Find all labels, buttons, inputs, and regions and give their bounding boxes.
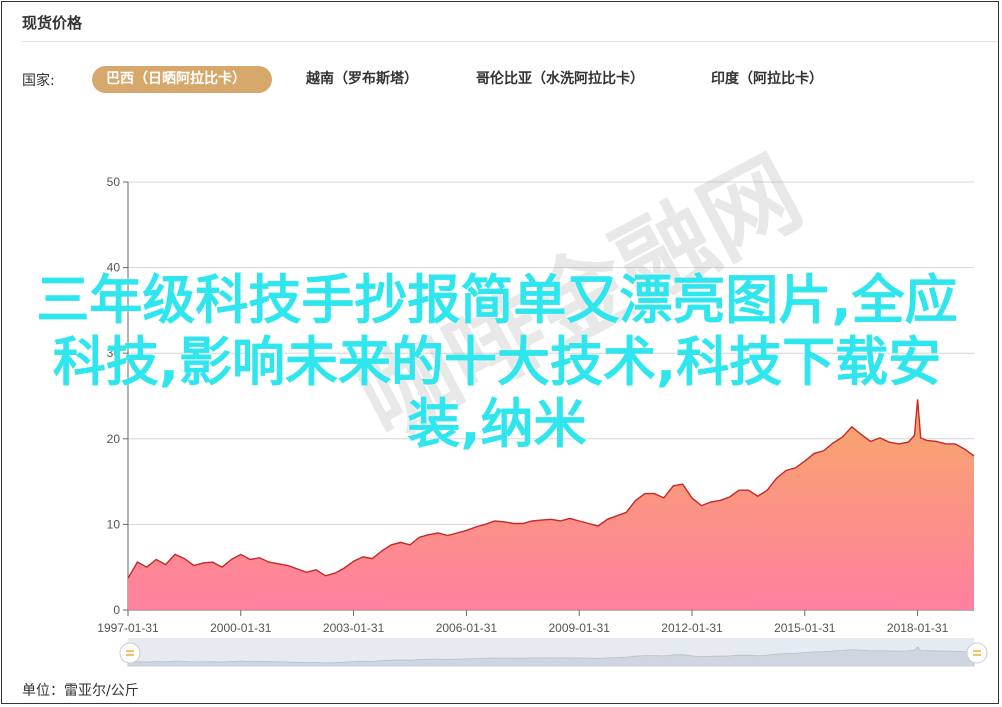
x-tick-label: 2018-01-31 — [887, 621, 949, 635]
x-tick-label: 2003-01-31 — [323, 621, 385, 635]
y-tick-label: 40 — [107, 261, 121, 275]
x-tick-label: 2006-01-31 — [436, 621, 498, 635]
x-tick-label: 2009-01-31 — [549, 621, 611, 635]
x-tick-label: 2015-01-31 — [774, 621, 836, 635]
y-tick-labels: 0 10 20 30 40 50 — [107, 175, 121, 617]
price-panel: 现货价格 国家: 巴西（日晒阿拉比卡） 越南（罗布斯塔） 哥伦比亚（水洗阿拉比卡… — [1, 1, 999, 704]
x-tick-label: 2000-01-31 — [210, 621, 272, 635]
x-tick-label: 1997-01-31 — [97, 621, 159, 635]
y-tick-label: 50 — [107, 175, 121, 189]
range-slider-left-handle[interactable] — [119, 642, 141, 664]
x-tick-labels: 1997-01-31 2000-01-31 2003-01-31 2006-01-31… — [97, 621, 948, 635]
price-chart: 0 10 20 30 40 50 1997-01-31 2000-01-31 2003-01-… — [97, 175, 988, 667]
y-tick-label: 30 — [107, 346, 121, 360]
x-tick-label: 2012-01-31 — [661, 621, 723, 635]
y-tick-label: 10 — [107, 517, 121, 531]
unit-label: 单位：雷亚尔/公斤 — [22, 683, 139, 699]
y-tick-label: 20 — [107, 432, 121, 446]
range-slider-right-handle[interactable] — [966, 642, 988, 664]
y-tick-label: 0 — [113, 603, 120, 617]
